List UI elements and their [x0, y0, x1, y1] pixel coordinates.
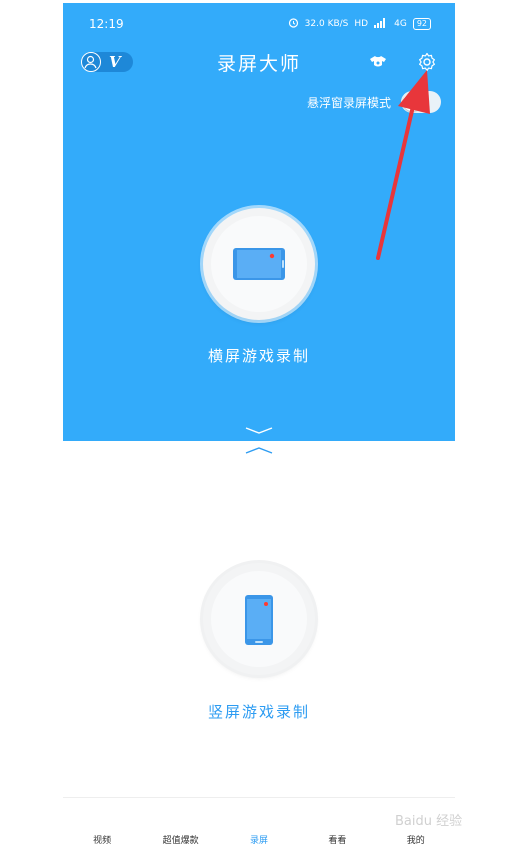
landscape-record-label: 横屏游戏录制 [207, 347, 310, 365]
signal-type: 4G [394, 19, 407, 29]
page-title: 录屏大师 [216, 53, 301, 75]
tab-record[interactable]: 录屏 [220, 833, 298, 853]
tab-video[interactable]: 视频 [63, 833, 141, 853]
battery-icon: 92 [412, 18, 431, 30]
landscape-phone-icon [233, 248, 285, 280]
status-time: 12:19 [89, 17, 124, 31]
portrait-record-label: 竖屏游戏录制 [207, 703, 310, 721]
hd-indicator: HD [354, 19, 369, 29]
watermark: Baidu 经验 [395, 814, 463, 829]
skin-icon[interactable] [367, 51, 389, 73]
signal-icon [374, 17, 388, 31]
tabbar-divider [63, 797, 455, 798]
portrait-record-button-face [211, 571, 307, 667]
floating-mode-row: 悬浮窗录屏模式 [307, 91, 441, 113]
network-speed: 32.0 KB/S [304, 19, 349, 29]
tab-deals[interactable]: 超值爆款 [142, 833, 220, 853]
portrait-record-button[interactable] [203, 563, 315, 675]
chevron-up-icon[interactable] [244, 445, 274, 455]
landscape-record-button-face [211, 216, 307, 312]
chevron-down-icon[interactable] [244, 426, 274, 436]
top-panel: 12:19 32.0 KB/S HD 4G 92 V 录屏大师 悬浮窗录屏模式 … [63, 3, 455, 441]
landscape-record-button[interactable] [203, 208, 315, 320]
settings-gear-icon[interactable] [416, 51, 438, 73]
status-indicators: 32.0 KB/S HD 4G 92 [288, 17, 431, 31]
floating-mode-label: 悬浮窗录屏模式 [306, 95, 391, 110]
status-bar: 12:19 32.0 KB/S HD 4G 92 [63, 3, 455, 31]
bottom-tab-bar: 视频 超值爆款 录屏 看看 我的 [63, 833, 455, 853]
alarm-icon [288, 17, 299, 31]
toggle-knob [403, 93, 421, 111]
app-header: V 录屏大师 [63, 43, 455, 79]
phone-screen: 12:19 32.0 KB/S HD 4G 92 V 录屏大师 悬浮窗录屏模式 … [63, 3, 455, 862]
tab-mine[interactable]: 我的 [377, 833, 455, 853]
tab-watch[interactable]: 看看 [298, 833, 376, 853]
floating-mode-toggle[interactable] [401, 91, 441, 113]
portrait-phone-icon [245, 595, 273, 645]
